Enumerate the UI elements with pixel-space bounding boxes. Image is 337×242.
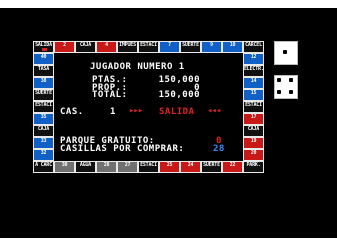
- arrows-right-icon: ◂◂◂: [207, 106, 221, 116]
- board-space-label: 10: [229, 42, 236, 48]
- board-space-label: CAJA: [37, 126, 50, 132]
- board-space-right-19: 19: [243, 137, 264, 149]
- board-space-label: 17: [250, 114, 257, 120]
- board-space-left-38: 38: [33, 77, 54, 89]
- die-pip-icon: [277, 78, 281, 82]
- board-space-label: 22: [229, 162, 236, 168]
- board-space-label: 33: [40, 138, 47, 144]
- board-space-label: 12: [250, 54, 257, 60]
- board-space-bottom-30: 30: [54, 161, 75, 173]
- cas-label: CAS.: [60, 107, 84, 117]
- board-space-top-caja: CAJA: [75, 41, 96, 53]
- board-space-label: 14: [250, 78, 257, 84]
- board-space-top-impues: IMPUES: [117, 41, 138, 53]
- board-space-label: PARK.: [246, 162, 261, 168]
- casillas-value: 28: [213, 144, 225, 154]
- total-value: 150,000: [158, 90, 200, 100]
- arrows-left-icon: ▸▸▸: [129, 106, 143, 116]
- board-space-left-40: 40: [33, 53, 54, 65]
- board-space-top-suerte: SUERTE: [180, 41, 201, 53]
- board-space-label: 19: [250, 138, 257, 144]
- board-space-label: 25: [166, 162, 173, 168]
- board-space-label: 2: [63, 42, 66, 48]
- total-label: TOTAL:: [92, 90, 128, 100]
- casillas-label: CASILLAS POR COMPRAR:: [60, 144, 185, 154]
- board-space-right-caja: CAJA: [243, 125, 264, 137]
- board-space-bottom-22: 22: [222, 161, 243, 173]
- board-space-top-carcel: CARCEL: [243, 41, 264, 53]
- die-two[interactable]: [274, 75, 298, 99]
- board-space-right-17: 17: [243, 113, 264, 125]
- board-space-label: 32: [40, 150, 47, 156]
- board-space-bottom-agua: AGUA: [75, 161, 96, 173]
- board-space-bottom-28: 28: [96, 161, 117, 173]
- board-space-label: 9: [210, 42, 213, 48]
- board-space-label: ESTACI: [140, 162, 157, 168]
- board-space-right-20: 20: [243, 149, 264, 161]
- board-space-label: SUERTE: [203, 162, 220, 168]
- board-space-label: 28: [103, 162, 110, 168]
- board-space-top-7: 7: [159, 41, 180, 53]
- board-space-top-10: 10: [222, 41, 243, 53]
- board-space-label: CARCEL: [245, 42, 262, 48]
- board-space-label: CAJA: [79, 42, 92, 48]
- board-space-label: 15: [250, 90, 257, 96]
- die-pip-icon: [289, 78, 293, 82]
- board-space-label: 24: [187, 162, 194, 168]
- board-space-label: ESTACI: [35, 102, 52, 108]
- board-space-top-2: 2: [54, 41, 75, 53]
- player-token-icon: [42, 48, 47, 51]
- board-space-label: 20: [250, 150, 257, 156]
- board-space-left-estaci: ESTACI: [33, 101, 54, 113]
- board-space-label: ESTACI: [140, 42, 157, 48]
- board-space-label: ESTACI: [245, 102, 262, 108]
- board-space-top-4: 4: [96, 41, 117, 53]
- die-pip-icon: [289, 90, 293, 94]
- board-space-label: SUERTE: [35, 90, 52, 96]
- board-space-bottom-suerte: SUERTE: [201, 161, 222, 173]
- board-space-label: 30: [61, 162, 68, 168]
- board-space-right-14: 14: [243, 77, 264, 89]
- board-space-left-35: 35: [33, 113, 54, 125]
- board-space-label: A CARC: [35, 162, 52, 168]
- board-space-bottom-27: 27: [117, 161, 138, 173]
- board-space-label: 38: [40, 78, 47, 84]
- board-space-bottom-estaci: ESTACI: [138, 161, 159, 173]
- board-space-label: SUERTE: [182, 42, 199, 48]
- board-space-right-12: 12: [243, 53, 264, 65]
- board-space-label: 7: [168, 42, 171, 48]
- die-one[interactable]: [274, 41, 298, 65]
- board-space-top-salida: SALIDA: [33, 41, 54, 53]
- board-space-label: 4: [105, 42, 108, 48]
- board-space-label: 40: [40, 54, 47, 60]
- cas-value: 1: [110, 107, 116, 117]
- board-space-bottom-25: 25: [159, 161, 180, 173]
- board-space-right-15: 15: [243, 89, 264, 101]
- position-name: SALIDA: [159, 107, 195, 117]
- board-space-right-electr: ELECTR.: [243, 65, 264, 77]
- board-space-left-suerte: SUERTE: [33, 89, 54, 101]
- player-title: JUGADOR NUMERO 1: [90, 62, 185, 72]
- die-pip-icon: [283, 50, 287, 54]
- board-space-label: 27: [124, 162, 131, 168]
- board-space-label: 35: [40, 114, 47, 120]
- board-space-label: ELECTR.: [244, 66, 264, 72]
- board-space-bottom-24: 24: [180, 161, 201, 173]
- board-space-left-33: 33: [33, 137, 54, 149]
- die-pip-icon: [277, 90, 281, 94]
- board-space-left-tasa: TASA: [33, 65, 54, 77]
- board-space-label: IMPUES: [119, 42, 136, 48]
- board-space-right-estaci: ESTACI: [243, 101, 264, 113]
- board-space-top-estaci: ESTACI: [138, 41, 159, 53]
- board-space-bottom-a-carc: A CARC: [33, 161, 54, 173]
- board-space-label: CAJA: [247, 126, 260, 132]
- board-space-top-9: 9: [201, 41, 222, 53]
- board-space-left-32: 32: [33, 149, 54, 161]
- board-space-left-caja: CAJA: [33, 125, 54, 137]
- board-space-label: TASA: [37, 66, 50, 72]
- board-space-bottom-park: PARK.: [243, 161, 264, 173]
- board-space-label: AGUA: [79, 162, 92, 168]
